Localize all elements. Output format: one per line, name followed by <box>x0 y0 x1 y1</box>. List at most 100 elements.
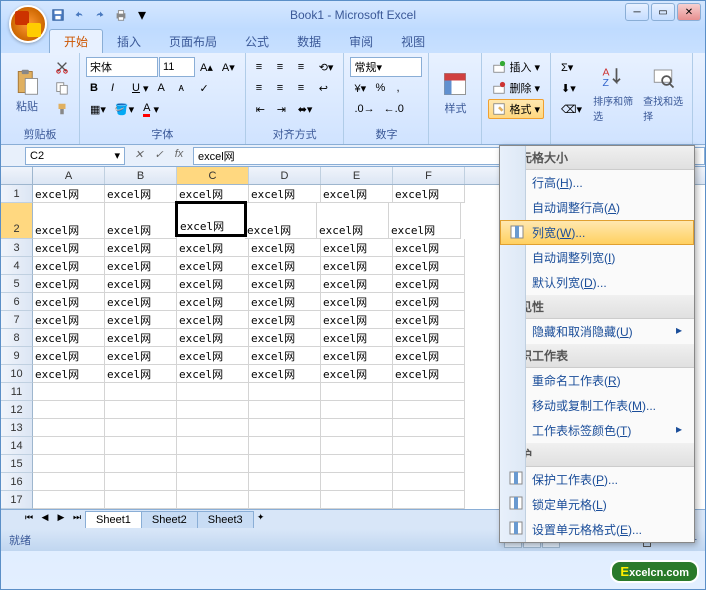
ribbon-tab[interactable]: 页面布局 <box>155 30 231 53</box>
find-select-button[interactable]: 查找和选择 <box>640 57 686 128</box>
cell[interactable]: excel网 <box>249 329 321 347</box>
cell[interactable] <box>105 383 177 401</box>
cell[interactable] <box>393 383 465 401</box>
cell[interactable]: excel网 <box>105 329 177 347</box>
row-header[interactable]: 15 <box>1 455 33 473</box>
insert-cells-button[interactable]: 插入▾ <box>488 57 544 77</box>
cell[interactable]: excel网 <box>321 347 393 365</box>
orientation-icon[interactable]: ⟲▾ <box>315 57 338 77</box>
ribbon-tab[interactable]: 开始 <box>49 29 103 53</box>
paste-button[interactable]: 粘贴 <box>7 57 47 124</box>
cell[interactable] <box>321 401 393 419</box>
row-header[interactable]: 12 <box>1 401 33 419</box>
cell[interactable]: excel网 <box>321 329 393 347</box>
cell[interactable] <box>105 455 177 473</box>
cell[interactable] <box>33 437 105 455</box>
align-center-icon[interactable]: ≡ <box>273 78 293 98</box>
cell[interactable]: excel网 <box>105 239 177 257</box>
sheet-nav-first-icon[interactable]: ⏮ <box>21 512 37 528</box>
row-header[interactable]: 6 <box>1 293 33 311</box>
save-icon[interactable] <box>49 6 67 24</box>
cell[interactable]: excel网 <box>249 257 321 275</box>
font-name-combo[interactable]: 宋体 <box>86 57 158 77</box>
cell[interactable]: excel网 <box>105 347 177 365</box>
cell[interactable] <box>393 437 465 455</box>
redo-icon[interactable] <box>91 6 109 24</box>
cell[interactable] <box>249 437 321 455</box>
cell[interactable]: excel网 <box>249 365 321 383</box>
cell[interactable]: excel网 <box>249 239 321 257</box>
merge-icon[interactable]: ⬌▾ <box>294 99 317 119</box>
menu-item[interactable]: 重命名工作表(R) <box>500 368 694 393</box>
decrease-decimal-icon[interactable]: ←.0 <box>380 99 408 119</box>
ribbon-tab[interactable]: 公式 <box>231 30 283 53</box>
cell[interactable] <box>177 491 249 509</box>
increase-decimal-icon[interactable]: .0→ <box>350 99 378 119</box>
minimize-button[interactable]: ─ <box>625 3 649 21</box>
cell[interactable]: excel网 <box>393 311 465 329</box>
cut-icon[interactable] <box>51 57 73 77</box>
cell[interactable]: excel网 <box>105 203 177 239</box>
ribbon-tab[interactable]: 视图 <box>387 30 439 53</box>
cell[interactable]: excel网 <box>33 365 105 383</box>
cell[interactable]: excel网 <box>245 203 317 239</box>
cell[interactable]: excel网 <box>321 185 393 203</box>
percent-icon[interactable]: % <box>371 78 391 98</box>
cell[interactable]: excel网 <box>33 239 105 257</box>
row-header[interactable]: 5 <box>1 275 33 293</box>
underline-icon[interactable]: U▾ <box>128 78 152 98</box>
menu-item[interactable]: 列宽(W)... <box>500 220 694 245</box>
cell[interactable]: excel网 <box>393 329 465 347</box>
ribbon-tab[interactable]: 审阅 <box>335 30 387 53</box>
align-left-icon[interactable]: ≡ <box>252 78 272 98</box>
cell[interactable] <box>393 473 465 491</box>
cell[interactable]: excel网 <box>389 203 461 239</box>
menu-item[interactable]: 工作表标签颜色(T)▸ <box>500 418 694 443</box>
font-decrease-alt-icon[interactable]: ᴀ <box>174 78 194 98</box>
column-header[interactable]: F <box>393 167 465 184</box>
cell[interactable]: excel网 <box>317 203 389 239</box>
cell[interactable] <box>105 401 177 419</box>
align-top-icon[interactable]: ≡ <box>252 57 272 77</box>
bold-icon[interactable]: B <box>86 78 106 98</box>
cell[interactable]: excel网 <box>33 203 105 239</box>
menu-item[interactable]: 行高(H)... <box>500 170 694 195</box>
menu-item[interactable]: 默认列宽(D)... <box>500 270 694 295</box>
decrease-indent-icon[interactable]: ⇤ <box>252 99 272 119</box>
cell[interactable]: excel网 <box>321 275 393 293</box>
cell[interactable] <box>33 419 105 437</box>
currency-icon[interactable]: ¥▾ <box>350 78 370 98</box>
font-size-combo[interactable]: 11 <box>159 57 195 77</box>
row-header[interactable]: 9 <box>1 347 33 365</box>
row-header[interactable]: 2 <box>1 203 33 239</box>
cell[interactable]: excel网 <box>33 257 105 275</box>
cell[interactable] <box>177 473 249 491</box>
menu-item[interactable]: 锁定单元格(L) <box>500 492 694 517</box>
cell[interactable]: excel网 <box>177 365 249 383</box>
cell[interactable]: excel网 <box>175 201 247 237</box>
copy-icon[interactable] <box>51 78 73 98</box>
cell[interactable]: excel网 <box>177 257 249 275</box>
ribbon-tab[interactable]: 数据 <box>283 30 335 53</box>
cell[interactable]: excel网 <box>393 185 465 203</box>
cell[interactable] <box>177 419 249 437</box>
column-header[interactable]: E <box>321 167 393 184</box>
autosum-icon[interactable]: Σ▾ <box>557 57 586 77</box>
cell[interactable] <box>393 419 465 437</box>
row-header[interactable]: 1 <box>1 185 33 203</box>
maximize-button[interactable]: ▭ <box>651 3 675 21</box>
cell[interactable]: excel网 <box>249 275 321 293</box>
cell[interactable]: excel网 <box>33 329 105 347</box>
cell[interactable]: excel网 <box>249 347 321 365</box>
row-header[interactable]: 8 <box>1 329 33 347</box>
menu-item[interactable]: 移动或复制工作表(M)... <box>500 393 694 418</box>
row-header[interactable]: 14 <box>1 437 33 455</box>
menu-item[interactable]: 自动调整列宽(I) <box>500 245 694 270</box>
cell[interactable]: excel网 <box>105 311 177 329</box>
cell[interactable]: excel网 <box>393 293 465 311</box>
menu-item[interactable]: 隐藏和取消隐藏(U)▸ <box>500 319 694 344</box>
cell[interactable] <box>393 455 465 473</box>
cell[interactable]: excel网 <box>177 275 249 293</box>
cell[interactable] <box>33 473 105 491</box>
fill-color-icon[interactable]: 🪣▾ <box>111 99 138 119</box>
